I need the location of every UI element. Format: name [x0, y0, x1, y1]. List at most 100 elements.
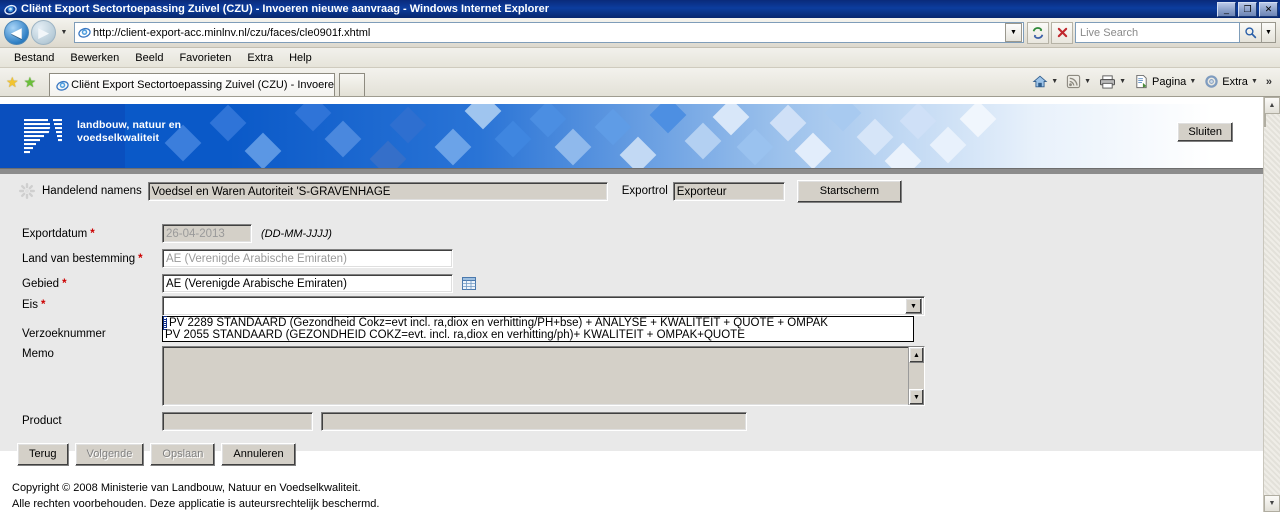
- memo-scroll-down-icon[interactable]: ▼: [909, 389, 924, 405]
- form-area: Handelend namens Voedsel en Waren Autori…: [0, 174, 1263, 510]
- rss-feed-icon: [1067, 74, 1081, 89]
- menu-item-beeld[interactable]: Beeld: [127, 51, 171, 65]
- history-dropdown-button[interactable]: ▼: [57, 22, 71, 44]
- browser-tab[interactable]: Cliënt Export Sectortoepassing Zuivel (C…: [49, 73, 336, 96]
- search-placeholder-text: Live Search: [1080, 26, 1139, 39]
- address-url-text[interactable]: http://client-export-acc.minlnv.nl/czu/f…: [93, 27, 1005, 39]
- favorites-center-icon[interactable]: ★: [6, 75, 19, 89]
- menu-item-bestand[interactable]: Bestand: [6, 51, 62, 65]
- logo-line-2: voedselkwaliteit: [77, 132, 160, 144]
- eis-dropdown-list[interactable]: PV 2289 STANDAARD (Gezondheid Cokz=evt i…: [162, 316, 914, 342]
- menu-item-help[interactable]: Help: [281, 51, 320, 65]
- menu-item-bewerken[interactable]: Bewerken: [62, 51, 127, 65]
- eis-label-text: Eis: [22, 299, 38, 311]
- tools-menu-button[interactable]: Extra ▼: [1202, 71, 1264, 93]
- home-icon: [1032, 75, 1048, 88]
- land-required-marker: *: [138, 252, 143, 265]
- menu-item-extra[interactable]: Extra: [239, 51, 281, 65]
- annuleren-button[interactable]: Annuleren: [221, 443, 296, 466]
- command-bar: ▼ ▼ ▼ Pagina ▼ Extra ▼ »: [1030, 67, 1276, 96]
- table-picker-icon: [462, 277, 476, 290]
- page-favicon-icon: [75, 26, 93, 39]
- refresh-button[interactable]: [1027, 21, 1049, 44]
- window-controls: _ ❐ ✕: [1217, 1, 1278, 17]
- gebied-picker-button[interactable]: [462, 277, 476, 290]
- page-menu-button[interactable]: Pagina ▼: [1132, 71, 1202, 93]
- page-viewport: landbouw, natuur en voedselkwaliteit Slu…: [0, 97, 1280, 512]
- logo-line-1: landbouw, natuur en: [77, 119, 182, 131]
- page-content: landbouw, natuur en voedselkwaliteit Slu…: [0, 97, 1263, 512]
- favorites-group: ★ ★: [4, 67, 45, 96]
- window-title: Cliënt Export Sectortoepassing Zuivel (C…: [21, 3, 549, 15]
- memo-text[interactable]: [163, 347, 908, 405]
- page-icon: [1136, 74, 1147, 89]
- exportdatum-input[interactable]: 26-04-2013: [162, 224, 252, 243]
- gebied-label: Gebied *: [22, 278, 162, 290]
- search-options-caret-icon[interactable]: ▼: [1262, 22, 1276, 43]
- form-button-row: Terug Volgende Opslaan Annuleren: [0, 443, 1263, 466]
- back-button[interactable]: ◀: [4, 20, 29, 45]
- window-title-bar: Cliënt Export Sectortoepassing Zuivel (C…: [0, 0, 1280, 18]
- search-input[interactable]: Live Search: [1075, 22, 1240, 43]
- eis-required-marker: *: [40, 299, 46, 311]
- stop-button[interactable]: [1051, 21, 1073, 44]
- tools-caret-icon[interactable]: ▼: [1251, 78, 1258, 85]
- land-label-text: Land van bestemming: [22, 252, 136, 265]
- scroll-up-button[interactable]: ▲: [1264, 97, 1280, 114]
- field-row-exportdatum: Exportdatum * 26-04-2013 (DD-MM-JJJJ): [0, 221, 1263, 246]
- tab-bar: ★ ★ Cliënt Export Sectortoepassing Zuive…: [0, 68, 1280, 97]
- home-button[interactable]: ▼: [1030, 71, 1064, 93]
- close-window-button[interactable]: ✕: [1259, 1, 1278, 17]
- logo-text: landbouw, natuur en voedselkwaliteit: [77, 116, 181, 145]
- product-description-input[interactable]: [321, 411, 747, 431]
- toolbar-overflow-icon[interactable]: »: [1266, 76, 1272, 88]
- banner-diamond-pattern: [0, 104, 1263, 168]
- eis-combobox-wrap: ▼ PV 2289 STANDAARD (Gezondheid Cokz=evt…: [162, 296, 925, 342]
- eis-dropdown-caret-icon[interactable]: ▼: [905, 298, 922, 314]
- print-button[interactable]: ▼: [1097, 71, 1132, 93]
- scroll-down-button[interactable]: ▼: [1264, 495, 1280, 512]
- maximize-restore-button[interactable]: ❐: [1238, 1, 1257, 17]
- feeds-caret-icon[interactable]: ▼: [1084, 78, 1091, 85]
- verzoeknummer-label: Verzoeknummer: [22, 328, 106, 340]
- refresh-icon: [1032, 26, 1044, 39]
- memo-label: Memo: [22, 348, 54, 360]
- memo-scrollbar[interactable]: ▲ ▼: [908, 347, 924, 405]
- field-row-eis: Eis * ▼ PV 2289 STANDAARD (Gezondheid Cok…: [0, 296, 1263, 342]
- land-van-bestemming-input[interactable]: AE (Verenigde Arabische Emiraten): [162, 249, 453, 268]
- minimize-button[interactable]: _: [1217, 1, 1236, 17]
- print-caret-icon[interactable]: ▼: [1119, 78, 1126, 85]
- close-app-button-wrap: Sluiten: [1177, 122, 1233, 142]
- address-dropdown-icon[interactable]: ▼: [1005, 23, 1022, 42]
- field-row-product: Product: [0, 408, 1263, 434]
- home-caret-icon[interactable]: ▼: [1051, 78, 1058, 85]
- exportdatum-format-hint: (DD-MM-JJJJ): [261, 227, 332, 240]
- memo-textarea[interactable]: ▲ ▼: [162, 346, 925, 406]
- search-button[interactable]: [1240, 22, 1262, 43]
- page-scrollbar[interactable]: ▲ ▼: [1263, 97, 1280, 512]
- sluiten-button[interactable]: Sluiten: [1177, 122, 1233, 142]
- forward-button[interactable]: ▶: [31, 20, 56, 45]
- copyright-line-1: Copyright © 2008 Ministerie van Landbouw…: [12, 482, 361, 494]
- eis-combobox[interactable]: ▼: [162, 296, 925, 316]
- terug-button[interactable]: Terug: [17, 443, 69, 466]
- startscherm-button[interactable]: Startscherm: [796, 179, 903, 203]
- scroll-track[interactable]: [1264, 113, 1280, 495]
- eis-option-pv2055[interactable]: PV 2055 STANDAARD (GEZONDHEID COKZ=evt. …: [163, 328, 747, 342]
- field-row-land-van-bestemming: Land van bestemming * AE (Verenigde Arabi…: [0, 246, 1263, 271]
- page-caret-icon[interactable]: ▼: [1189, 78, 1196, 85]
- address-bar[interactable]: http://client-export-acc.minlnv.nl/czu/f…: [74, 22, 1024, 43]
- menu-item-favorieten[interactable]: Favorieten: [171, 51, 239, 65]
- scroll-thumb[interactable]: [1264, 113, 1266, 127]
- field-row-gebied: Gebied * AE (Verenigde Arabische Emiraten…: [0, 271, 1263, 296]
- sun-icon: [18, 182, 36, 200]
- memo-scroll-up-icon[interactable]: ▲: [909, 347, 924, 363]
- new-tab-button[interactable]: [339, 73, 366, 96]
- gebied-input[interactable]: AE (Verenigde Arabische Emiraten): [162, 274, 453, 293]
- product-code-input[interactable]: [162, 411, 313, 431]
- internet-explorer-icon: [3, 2, 17, 16]
- feeds-button[interactable]: ▼: [1064, 71, 1097, 93]
- add-to-favorites-icon[interactable]: ★: [24, 75, 37, 89]
- eis-label: Eis *: [22, 296, 162, 311]
- copyright-line-2: Alle rechten voorbehouden. Deze applicat…: [12, 498, 380, 510]
